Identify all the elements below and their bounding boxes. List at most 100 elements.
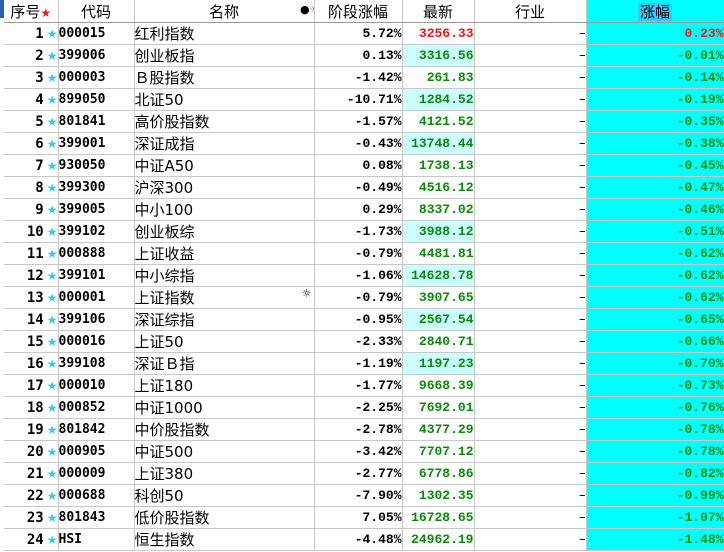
table-row[interactable]: 18 ★ 000852 中证1000 -2.25% 7692.01– -0.76% (4, 396, 724, 419)
seq-number: 1 (35, 25, 44, 42)
star-icon[interactable]: ★ (47, 445, 57, 459)
table-row[interactable]: 6 ★ 399001 深证成指 -0.43% 13748.44– -0.38% (4, 132, 724, 155)
column-header-latest[interactable]: 最新 (402, 0, 475, 23)
stage-change-cell: -2.77% (314, 462, 403, 485)
stage-change-cell: -1.42% (314, 66, 403, 89)
change-cell: -0.78% (586, 440, 724, 463)
change-cell: -0.62% (586, 286, 724, 309)
table-row[interactable]: 2 ★ 399006 创业板指 0.13% 3316.56– -0.01% (4, 44, 724, 67)
seq-number: 20 (26, 443, 44, 460)
table-row[interactable]: 7 ★ 930050 中证A50 0.08% 1738.13– -0.45% (4, 154, 724, 177)
star-icon[interactable]: ★ (47, 291, 57, 305)
column-header-industry[interactable]: 行业 (474, 0, 587, 23)
change-cell: -0.01% (586, 44, 724, 67)
name-cell: 北证50 (134, 88, 315, 111)
stage-change-cell: -10.71% (314, 88, 403, 111)
column-header-stage-change[interactable]: 阶段涨幅 (314, 0, 403, 23)
table-row[interactable]: 12 ★ 399101 中小综指 -1.06% 14628.78– -0.62% (4, 264, 724, 287)
table-row[interactable]: 17 ★ 000010 上证180 -1.77% 9668.39– -0.73% (4, 374, 724, 397)
seq-header-label: 序号 (10, 2, 41, 21)
name-cell: 高价股指数 (134, 110, 315, 133)
seq-cell: 20 ★ (4, 440, 59, 463)
table-row[interactable]: 24 ★ HSI 恒生指数 -4.48% 24962.19– -1.48% (4, 528, 724, 551)
index-name: Ｂ股指数 (134, 69, 195, 87)
star-icon[interactable]: ★ (47, 137, 57, 151)
latest-price-cell: 14628.78 (402, 264, 475, 287)
column-header-code[interactable]: 代码 (58, 0, 135, 23)
star-icon[interactable]: ★ (47, 93, 57, 107)
table-row[interactable]: 10 ★ 399102 创业板综 -1.73% 3988.12– -0.51% (4, 220, 724, 243)
seq-cell: 9 ★ (4, 198, 59, 221)
index-name: 高价股指数 (134, 113, 210, 131)
star-icon[interactable]: ★ (47, 181, 57, 195)
table-row[interactable]: 8 ★ 399300 沪深300 -0.49% 4516.12– -0.47% (4, 176, 724, 199)
change-cell: -0.66% (586, 330, 724, 353)
star-icon[interactable]: ★ (47, 489, 57, 503)
seq-number: 18 (26, 399, 44, 416)
star-icon[interactable]: ★ (47, 225, 57, 239)
star-icon[interactable]: ★ (47, 357, 57, 371)
name-cell: 上证指数 ☼ (134, 286, 315, 309)
industry-cell: – (474, 110, 587, 133)
star-icon[interactable]: ★ (47, 335, 57, 349)
star-icon[interactable]: ★ (47, 159, 57, 173)
table-row[interactable]: 1 ★ 000015 红利指数 5.72% 3256.33–0.23% (4, 22, 724, 45)
table-row[interactable]: 9 ★ 399005 中小100 0.29% 8337.02– -0.46% (4, 198, 724, 221)
seq-cell: 13 ★ (4, 286, 59, 309)
index-name: 深证综指 (134, 311, 195, 329)
star-icon[interactable]: ★ (47, 511, 57, 525)
table-row[interactable]: 5 ★ 801841 高价股指数 -1.57% 4121.52– -0.35% (4, 110, 724, 133)
table-row[interactable]: 13 ★ 000001 上证指数 ☼ -0.79% 3907.65– -0.62% (4, 286, 724, 309)
change-cell: -0.62% (586, 264, 724, 287)
latest-price-cell: 7707.12 (402, 440, 475, 463)
industry-cell: – (474, 286, 587, 309)
star-icon[interactable]: ★ (47, 533, 57, 547)
column-header-seq[interactable]: 序号★ (4, 0, 59, 23)
star-icon[interactable]: ★ (47, 71, 57, 85)
name-cell: 上证380 (134, 462, 315, 485)
table-row[interactable]: 4 ★ 899050 北证50 -10.71% 1284.52– -0.19% (4, 88, 724, 111)
name-cell: 中证A50 (134, 154, 315, 177)
star-icon[interactable]: ★ (47, 401, 57, 415)
code-cell: 000003 (58, 66, 135, 89)
star-icon[interactable]: ★ (47, 115, 57, 129)
seq-number: 10 (26, 223, 44, 240)
red-star-icon: ★ (40, 5, 52, 20)
star-icon[interactable]: ★ (47, 379, 57, 393)
code-cell: 899050 (58, 88, 135, 111)
star-icon[interactable]: ★ (47, 247, 57, 261)
seq-cell: 10 ★ (4, 220, 59, 243)
seq-cell: 2 ★ (4, 44, 59, 67)
change-cell: -0.73% (586, 374, 724, 397)
table-row[interactable]: 23 ★ 801843 低价股指数 7.05% 16728.65– -1.07% (4, 506, 724, 529)
table-row[interactable]: 14 ★ 399106 深证综指 -0.95% 2567.54– -0.65% (4, 308, 724, 331)
column-header-name[interactable]: 名称 ●☼ (134, 0, 315, 23)
industry-cell: – (474, 528, 587, 551)
star-icon[interactable]: ★ (47, 203, 57, 217)
table-row[interactable]: 15 ★ 000016 上证50 -2.33% 2840.71– -0.66% (4, 330, 724, 353)
industry-cell: – (474, 176, 587, 199)
table-row[interactable]: 20 ★ 000905 中证500 -3.42% 7707.12– -0.78% (4, 440, 724, 463)
star-icon[interactable]: ★ (47, 269, 57, 283)
star-icon[interactable]: ★ (47, 27, 57, 41)
table-row[interactable]: 21 ★ 000009 上证380 -2.77% 6778.86– -0.82% (4, 462, 724, 485)
star-icon[interactable]: ★ (47, 467, 57, 481)
latest-price-cell: 1284.52 (402, 88, 475, 111)
table-row[interactable]: 3 ★ 000003 Ｂ股指数 -1.42% 261.83– -0.14% (4, 66, 724, 89)
table-row[interactable]: 19 ★ 801842 中价股指数 -2.78% 4377.29– -0.78% (4, 418, 724, 441)
table-row[interactable]: 16 ★ 399108 深证Ｂ指 -1.19% 1197.23– -0.70% (4, 352, 724, 375)
code-cell: 801843 (58, 506, 135, 529)
industry-cell: – (474, 352, 587, 375)
table-row[interactable]: 11 ★ 000888 上证收益 -0.79% 4481.81– -0.62% (4, 242, 724, 265)
star-icon[interactable]: ★ (47, 423, 57, 437)
index-name: 中小综指 (134, 267, 195, 285)
latest-price-cell: 3907.65 (402, 286, 475, 309)
star-icon[interactable]: ★ (47, 313, 57, 327)
column-header-change[interactable]: 涨幅 (586, 0, 724, 23)
industry-cell: – (474, 308, 587, 331)
industry-cell: – (474, 374, 587, 397)
seq-number: 22 (26, 487, 44, 504)
index-name: 上证180 (134, 377, 194, 395)
table-row[interactable]: 22 ★ 000688 科创50 -7.90% 1302.35– -0.99% (4, 484, 724, 507)
star-icon[interactable]: ★ (47, 49, 57, 63)
